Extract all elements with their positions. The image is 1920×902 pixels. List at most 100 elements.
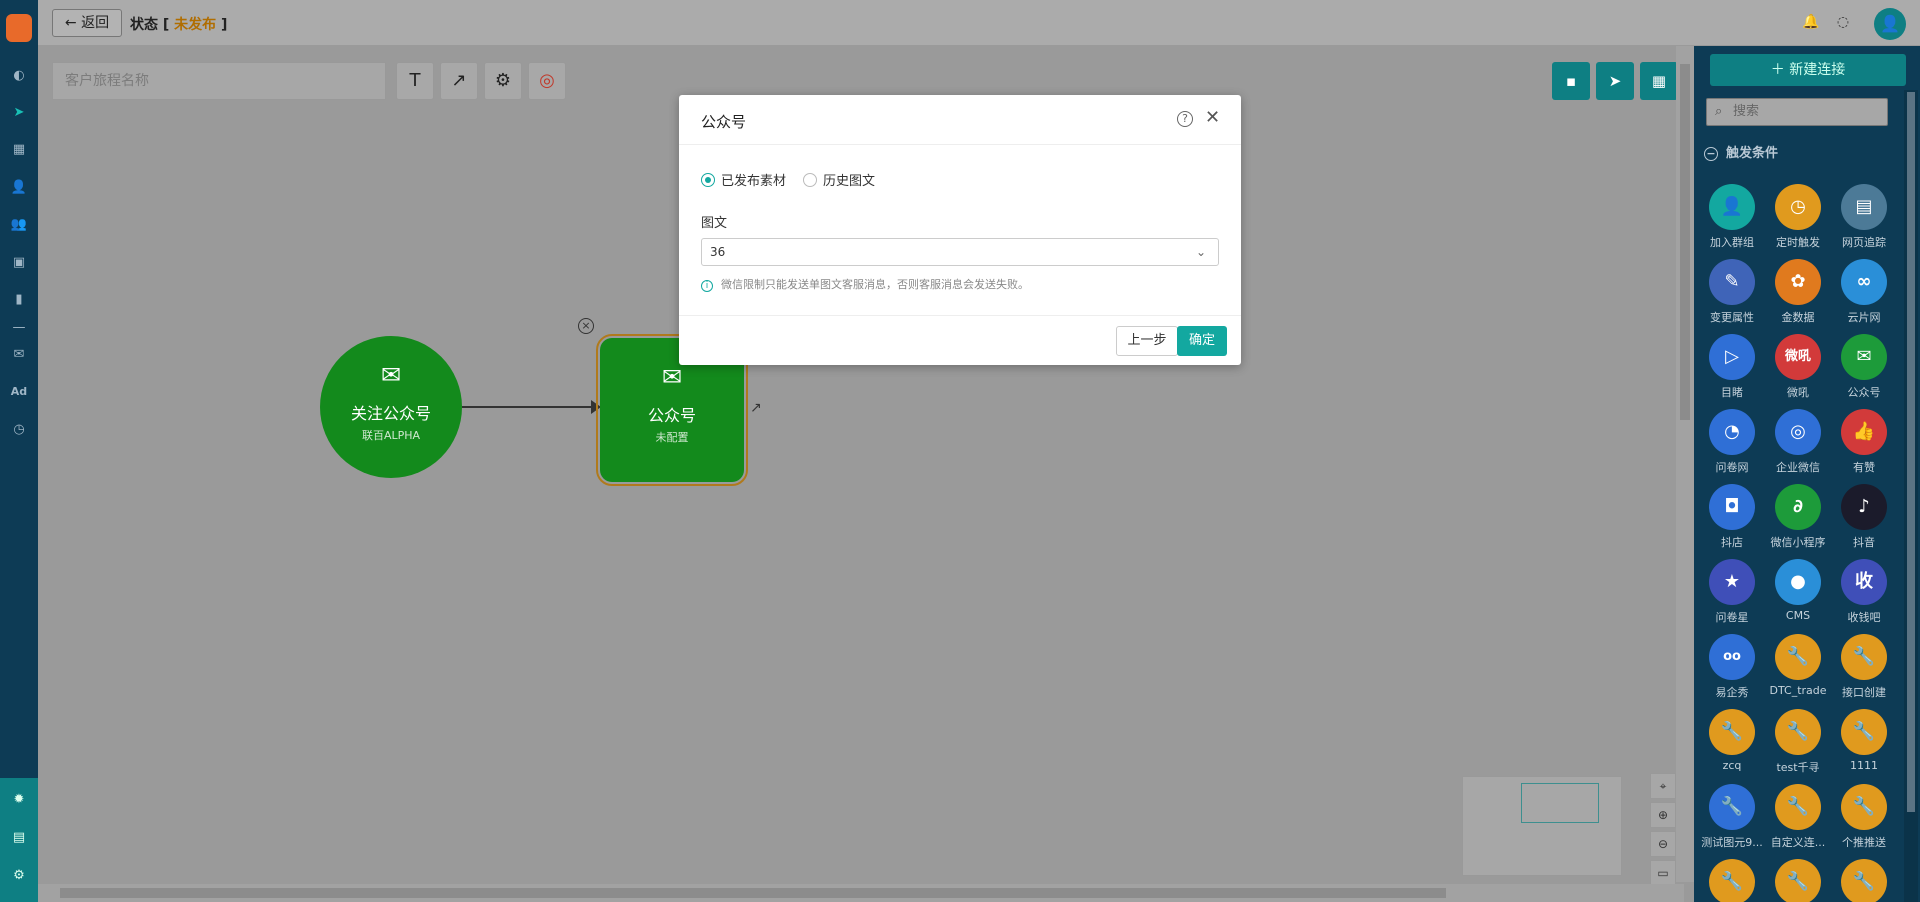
trigger-icon: 收 bbox=[1841, 559, 1887, 605]
trigger-tile[interactable]: ✎ 变更属性 bbox=[1700, 259, 1764, 334]
article-select[interactable]: 36 ⌄ bbox=[701, 238, 1219, 266]
save-button[interactable]: ▪ bbox=[1552, 62, 1590, 100]
trigger-tile[interactable]: 🔧 个推推送 bbox=[1832, 784, 1896, 859]
chart-icon[interactable]: ▮ bbox=[9, 290, 29, 310]
trigger-tile[interactable]: 🔧 自定义连... bbox=[1766, 784, 1830, 859]
node-follow-account[interactable]: ✉ 关注公众号 联百ALPHA bbox=[320, 336, 462, 478]
ad-icon[interactable]: Ad bbox=[9, 382, 29, 402]
trigger-tile[interactable]: 🔧 DTC_trade bbox=[1766, 634, 1830, 709]
trigger-tile[interactable]: 🔧 1111 bbox=[1832, 709, 1896, 784]
layout-button[interactable]: ▦ bbox=[1640, 62, 1678, 100]
trigger-tile[interactable]: ▷ 目睹 bbox=[1700, 334, 1764, 409]
trigger-icon: 🔧 bbox=[1841, 859, 1887, 902]
chat-icon[interactable]: ◌ bbox=[1834, 13, 1852, 31]
layout-icon[interactable]: ▦ bbox=[9, 140, 29, 160]
trigger-icon: 🔧 bbox=[1775, 784, 1821, 830]
trigger-label: 企业微信 bbox=[1776, 461, 1820, 474]
users-icon[interactable]: 👥 bbox=[9, 215, 29, 235]
prev-button[interactable]: 上一步 bbox=[1116, 326, 1178, 356]
trigger-tile[interactable]: ◷ 定时触发 bbox=[1766, 184, 1830, 259]
link-handle-icon[interactable]: ↗ bbox=[750, 400, 762, 416]
radio-dot[interactable] bbox=[701, 173, 715, 187]
help-icon[interactable]: ? bbox=[1177, 111, 1193, 127]
target-icon[interactable]: ◎ bbox=[528, 62, 566, 100]
trigger-tile[interactable]: ✿ 金数据 bbox=[1766, 259, 1830, 334]
trigger-tile[interactable]: 🔧 接口创建 bbox=[1832, 634, 1896, 709]
network-icon[interactable]: ✹ bbox=[9, 790, 29, 810]
trigger-tile[interactable]: ★ 问卷星 bbox=[1700, 559, 1764, 634]
user-icon[interactable]: 👤 bbox=[9, 178, 29, 198]
print-icon[interactable]: ▭ bbox=[1650, 860, 1676, 886]
zoom-in-icon[interactable]: ⊕ bbox=[1650, 802, 1676, 828]
app-logo[interactable] bbox=[6, 14, 32, 42]
new-connection-label: 新建连接 bbox=[1789, 62, 1846, 78]
arrow-tool-icon[interactable]: ↗ bbox=[440, 62, 478, 100]
avatar[interactable]: 👤 bbox=[1874, 8, 1906, 40]
back-button[interactable]: ← 返回 bbox=[52, 9, 122, 37]
locate-icon[interactable]: ⌖ bbox=[1650, 773, 1676, 799]
search-input[interactable]: ⌕ 搜索 bbox=[1706, 98, 1888, 126]
minimap-viewport[interactable] bbox=[1521, 783, 1599, 823]
collapse-icon[interactable]: − bbox=[1704, 147, 1718, 161]
text-tool-icon[interactable]: T bbox=[396, 62, 434, 100]
panel-scrollbar[interactable] bbox=[1904, 90, 1918, 902]
trigger-tile[interactable]: 🔧 bbox=[1700, 859, 1764, 902]
trigger-tile[interactable]: oo 易企秀 bbox=[1700, 634, 1764, 709]
trigger-tile[interactable]: ♪ 抖音 bbox=[1832, 484, 1896, 559]
scroll-thumb[interactable] bbox=[1907, 92, 1915, 812]
trigger-icon: ◔ bbox=[1709, 409, 1755, 455]
section-trigger[interactable]: − 触发条件 bbox=[1704, 142, 1778, 161]
confirm-button[interactable]: 确定 bbox=[1177, 326, 1227, 356]
radio-dot[interactable] bbox=[803, 173, 817, 187]
gear-icon[interactable]: ⚙ bbox=[484, 62, 522, 100]
close-icon[interactable]: × bbox=[578, 318, 594, 334]
trigger-tile[interactable]: ● CMS bbox=[1766, 559, 1830, 634]
minimap[interactable] bbox=[1462, 776, 1622, 876]
trigger-tile[interactable]: 收收钱吧 bbox=[1832, 559, 1896, 634]
trigger-tile[interactable]: 🔧 bbox=[1832, 859, 1896, 902]
trigger-tile[interactable]: ∂ 微信小程序 bbox=[1766, 484, 1830, 559]
radio-history[interactable]: 历史图文 bbox=[803, 170, 875, 189]
wechat-modal: 公众号 ? ✕ 已发布素材 历史图文 图文 36 ⌄ i 微信限制只能发送单图文客… bbox=[679, 95, 1241, 365]
trigger-icon: ♪ bbox=[1841, 484, 1887, 530]
journey-name-input[interactable]: 客户旅程名称 bbox=[52, 62, 386, 100]
new-connection-button[interactable]: ＋ 新建连接 bbox=[1710, 54, 1906, 86]
vertical-scrollbar[interactable] bbox=[1676, 46, 1694, 882]
trigger-tile[interactable]: 🔧 bbox=[1766, 859, 1830, 902]
connection-edge bbox=[462, 406, 596, 408]
scroll-thumb[interactable] bbox=[1680, 64, 1690, 420]
settings-icon[interactable]: ⚙ bbox=[9, 866, 29, 886]
trigger-label: test千寻 bbox=[1776, 761, 1820, 774]
server-icon[interactable]: ▤ bbox=[9, 828, 29, 848]
clock-icon[interactable]: ◷ bbox=[9, 420, 29, 440]
close-icon[interactable]: ✕ bbox=[1205, 107, 1220, 128]
trigger-label: 收钱吧 bbox=[1847, 611, 1881, 624]
zoom-out-icon[interactable]: ⊖ bbox=[1650, 831, 1676, 857]
bookmark-icon[interactable]: ▣ bbox=[9, 253, 29, 273]
publish-button[interactable]: ➤ bbox=[1596, 62, 1634, 100]
horizontal-scrollbar[interactable] bbox=[38, 884, 1684, 902]
trigger-tile[interactable]: 👍 有赞 bbox=[1832, 409, 1896, 484]
trigger-tile[interactable]: ◘ 抖店 bbox=[1700, 484, 1764, 559]
trigger-tile[interactable]: ◔ 问卷网 bbox=[1700, 409, 1764, 484]
radio-published[interactable]: 已发布素材 bbox=[701, 170, 786, 189]
trigger-tile[interactable]: ◎ 企业微信 bbox=[1766, 409, 1830, 484]
trigger-tile[interactable]: 微吼 微吼 bbox=[1766, 334, 1830, 409]
trigger-tile[interactable]: 👤 加入群组 bbox=[1700, 184, 1764, 259]
scroll-thumb[interactable] bbox=[60, 888, 1446, 898]
trigger-tile[interactable]: ✉ 公众号 bbox=[1832, 334, 1896, 409]
trigger-tile[interactable]: ∞ 云片网 bbox=[1832, 259, 1896, 334]
bell-icon[interactable]: 🔔 bbox=[1802, 13, 1820, 31]
dashboard-icon[interactable]: ◐ bbox=[9, 66, 29, 86]
wechat-icon[interactable]: ✉ bbox=[9, 345, 29, 365]
trigger-tile[interactable]: 🔧 zcq bbox=[1700, 709, 1764, 784]
send-icon[interactable]: ➤ bbox=[9, 103, 29, 123]
trigger-tile[interactable]: 🔧 测试图元9... bbox=[1700, 784, 1764, 859]
status-text: 状态 [ 未发布 ] bbox=[130, 14, 227, 34]
trigger-tile[interactable]: 🔧 test千寻 bbox=[1766, 709, 1830, 784]
trigger-grid: 👤 加入群组 ◷ 定时触发 ▤ 网页追踪 ✎ 变更属性 ✿ 金数据 ∞ 云片网 ▷ 目睹 微吼 微吼 ✉ 公众号 ◔… bbox=[1694, 184, 1904, 902]
wechat-icon: ✉ bbox=[661, 363, 683, 391]
trigger-tile[interactable]: ▤ 网页追踪 bbox=[1832, 184, 1896, 259]
trigger-icon: ✿ bbox=[1775, 259, 1821, 305]
trigger-icon: ∞ bbox=[1841, 259, 1887, 305]
